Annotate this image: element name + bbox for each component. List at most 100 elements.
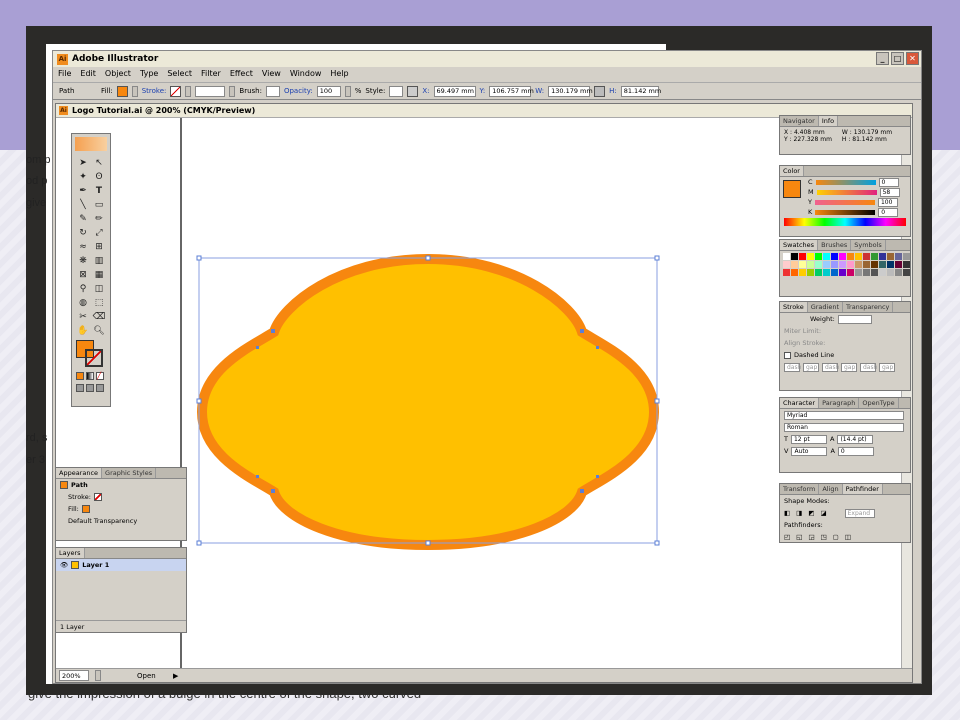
c-slider[interactable] [815, 179, 876, 185]
swatch[interactable] [831, 269, 838, 276]
swatch[interactable] [879, 261, 886, 268]
anchor-point[interactable] [596, 346, 599, 349]
menu-type[interactable]: Type [140, 69, 158, 78]
bbox-handle[interactable] [196, 255, 202, 261]
swatch[interactable] [863, 269, 870, 276]
anchor-point[interactable] [256, 346, 259, 349]
zoom-tool-icon[interactable]: 🔍︎ [92, 325, 106, 337]
tab-color[interactable]: Color [780, 166, 804, 176]
gap-field[interactable]: gap [841, 363, 857, 372]
menu-select[interactable]: Select [167, 69, 192, 78]
label-shape[interactable] [196, 253, 660, 551]
swatch[interactable] [871, 269, 878, 276]
type-tool-icon[interactable]: T [92, 185, 106, 197]
h-field[interactable]: 81.142 mm [620, 85, 661, 97]
tab-layers[interactable]: Layers [56, 548, 85, 558]
symbol-sprayer-tool-icon[interactable]: ❋ [76, 255, 90, 267]
font-style-field[interactable]: Roman [784, 422, 904, 432]
rectangle-tool-icon[interactable]: ▭ [92, 199, 106, 211]
menu-help[interactable]: Help [330, 69, 348, 78]
magic-wand-tool-icon[interactable]: ✦ [76, 171, 90, 183]
swatch[interactable] [791, 253, 798, 260]
status-arrow-icon[interactable]: ▶ [173, 672, 178, 680]
dashed-checkbox[interactable] [784, 351, 791, 359]
color-spectrum-bar[interactable] [784, 218, 906, 226]
leading-field[interactable]: (14.4 pt) [837, 434, 874, 444]
swatch[interactable] [799, 269, 806, 276]
dash-field[interactable]: dash [822, 363, 839, 372]
font-family-field[interactable]: Myriad [784, 410, 904, 420]
swatch[interactable] [895, 269, 902, 276]
tab-symbols[interactable]: Symbols [851, 240, 886, 250]
close-button[interactable]: ✕ [906, 52, 919, 65]
gap-field[interactable]: gap [803, 363, 819, 372]
menu-view[interactable]: View [262, 69, 281, 78]
merge-icon[interactable]: ◲ [808, 533, 814, 541]
tab-paragraph[interactable]: Paragraph [819, 398, 860, 408]
bbox-handle[interactable] [654, 540, 660, 546]
tracking-field[interactable]: 0 [837, 446, 874, 456]
tab-align[interactable]: Align [819, 484, 843, 494]
pen-tool-icon[interactable]: ✒ [76, 185, 90, 197]
pencil-tool-icon[interactable]: ✏ [92, 213, 106, 225]
trim-icon[interactable]: ◱ [796, 533, 802, 541]
tab-navigator[interactable]: Navigator [780, 116, 819, 126]
y-value[interactable]: 100 [877, 197, 898, 207]
swatch[interactable] [791, 261, 798, 268]
swatch[interactable] [863, 261, 870, 268]
tab-transparency[interactable]: Transparency [843, 302, 894, 312]
swatch[interactable] [855, 253, 862, 260]
divide-icon[interactable]: ◰ [784, 533, 790, 541]
eyedropper-tool-icon[interactable]: ⚲ [76, 283, 90, 295]
stroke-weight-dropdown[interactable] [229, 85, 236, 97]
exclude-icon[interactable]: ◪ [820, 509, 826, 517]
tab-pathfinder[interactable]: Pathfinder [842, 484, 883, 494]
swatch[interactable] [815, 269, 822, 276]
appearance-row[interactable]: Default Transparency [56, 515, 186, 527]
rotate-tool-icon[interactable]: ↻ [76, 227, 90, 239]
unite-icon[interactable]: ◧ [784, 509, 790, 517]
gradient-tool-icon[interactable]: ▦ [92, 269, 106, 281]
fill-dropdown[interactable] [131, 85, 138, 97]
swatch[interactable] [799, 261, 806, 268]
y-field[interactable]: 106.757 mm [489, 85, 534, 97]
weight-field[interactable] [837, 314, 872, 324]
tab-info[interactable]: Info [818, 116, 839, 126]
swatch[interactable] [863, 253, 870, 260]
scale-tool-icon[interactable]: ⤢ [92, 227, 106, 239]
swatch[interactable] [823, 261, 830, 268]
gap-field[interactable]: gap [879, 363, 895, 372]
tab-swatches[interactable]: Swatches [780, 240, 819, 250]
scissors-tool-icon[interactable]: ✂ [76, 311, 90, 323]
brush-field[interactable] [265, 85, 280, 97]
swatch[interactable] [839, 253, 846, 260]
reference-point-icon[interactable] [407, 85, 419, 97]
swatch[interactable] [783, 269, 790, 276]
intersect-icon[interactable]: ◩ [808, 509, 814, 517]
swatch[interactable] [847, 253, 854, 260]
opacity-label[interactable]: Opacity: [284, 87, 313, 95]
stroke-label[interactable]: Stroke: [142, 87, 167, 95]
live-paint-tool-icon[interactable]: ◍ [76, 297, 90, 309]
bbox-handle[interactable] [196, 540, 202, 546]
eraser-tool-icon[interactable]: ⌫ [92, 311, 106, 323]
layer-row[interactable]: 👁︎ Layer 1 [56, 559, 186, 571]
bbox-handle[interactable] [654, 398, 660, 404]
eye-icon[interactable]: 👁︎ [60, 561, 68, 569]
constrain-link-icon[interactable] [594, 85, 606, 97]
anchor-point[interactable] [580, 489, 584, 493]
swatch[interactable] [895, 253, 902, 260]
appearance-row[interactable]: Stroke: [56, 491, 186, 503]
swatch[interactable] [903, 253, 910, 260]
blend-tool-icon[interactable]: ◫ [92, 283, 106, 295]
k-value[interactable]: 0 [878, 207, 899, 217]
swatch[interactable] [903, 261, 910, 268]
dash-field[interactable]: dash [784, 363, 801, 372]
tab-opentype[interactable]: OpenType [859, 398, 899, 408]
swatch[interactable] [847, 261, 854, 268]
swatch[interactable] [903, 269, 910, 276]
tab-stroke[interactable]: Stroke [780, 302, 808, 312]
graph-tool-icon[interactable]: ▥ [92, 255, 106, 267]
swatch[interactable] [871, 261, 878, 268]
tab-transform[interactable]: Transform [780, 484, 820, 494]
